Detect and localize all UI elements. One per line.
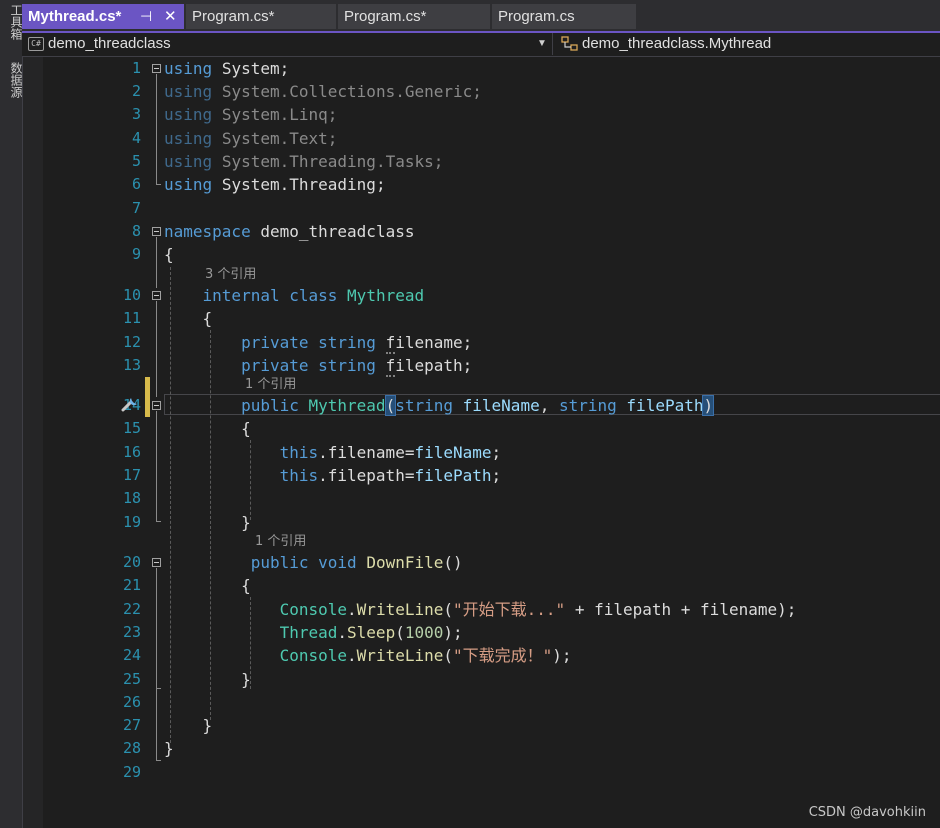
collapse-icon[interactable] (152, 401, 161, 410)
outline-line (156, 521, 161, 522)
line-number: 23 (122, 623, 141, 641)
csharp-project-icon: C# (28, 37, 44, 51)
code-line-12: private string filename; (241, 333, 473, 354)
outline-line (156, 760, 161, 761)
chevron-down-icon: ▼ (537, 38, 547, 49)
pin-icon[interactable]: ⊣ (140, 4, 152, 29)
line-number: 8 (131, 222, 141, 240)
outline-line (156, 184, 161, 185)
outline-line (156, 74, 157, 184)
line-number: 9 (131, 245, 141, 263)
line-number: 26 (122, 693, 141, 711)
line-number: 22 (122, 600, 141, 618)
class-icon (561, 36, 578, 51)
outline-line (156, 568, 157, 688)
project-dropdown[interactable]: C# demo_threadclass ▼ (22, 33, 553, 55)
code-line-2: using System.Collections.Generic; (164, 82, 482, 101)
code-line-15: { (241, 419, 251, 438)
codelens-references[interactable]: 1 个引用 (255, 533, 306, 551)
code-line-24: Console.WriteLine("下载完成！"); (279, 646, 572, 665)
collapse-icon[interactable] (152, 64, 161, 73)
codelens-references[interactable]: 3 个引用 (205, 266, 256, 284)
member-name: demo_threadclass.Mythread (582, 35, 772, 52)
code-line-6: using System.Threading; (164, 175, 386, 194)
line-number: 28 (122, 739, 141, 757)
outline-line (156, 237, 157, 288)
code-line-3: using System.Linq; (164, 105, 338, 124)
line-number: 13 (122, 356, 141, 374)
line-number: 25 (122, 670, 141, 688)
code-line-25: } (241, 670, 251, 689)
code-line-10: internal class Mythread (202, 286, 425, 305)
tab-program-cs-1[interactable]: Program.cs* (186, 4, 336, 29)
line-number: 16 (122, 443, 141, 461)
code-line-19: } (241, 513, 251, 532)
code-line-11: { (202, 309, 213, 328)
outline-line (156, 301, 157, 397)
line-number: 11 (122, 309, 141, 327)
code-editor[interactable]: 1 2 3 4 5 6 7 8 9 10 11 12 13 14 15 16 1… (22, 57, 940, 828)
collapse-icon[interactable] (152, 291, 161, 300)
line-number: 5 (131, 152, 141, 170)
tab-label: Mythread.cs* (28, 8, 122, 25)
code-line-21: { (241, 576, 251, 595)
line-number: 20 (122, 553, 141, 571)
line-number: 29 (122, 763, 141, 781)
tab-program-cs-2[interactable]: Program.cs* (338, 4, 490, 29)
line-number: 17 (122, 466, 141, 484)
code-line-4: using System.Text; (164, 129, 338, 148)
collapse-icon[interactable] (152, 558, 161, 567)
datasource-tab[interactable]: 数据源 (0, 62, 23, 98)
unsaved-change-marker (145, 377, 150, 417)
indicator-margin (23, 57, 43, 828)
toolbox-tab[interactable]: 工具箱 (0, 4, 23, 40)
line-number: 7 (131, 199, 141, 217)
line-number: 24 (122, 646, 141, 664)
watermark: CSDN @davohkiin (808, 805, 926, 820)
line-number: 12 (122, 333, 141, 351)
line-number: 19 (122, 513, 141, 531)
code-line-14: public Mythread(string fileName, string … (241, 395, 715, 416)
tab-label: Program.cs (498, 8, 575, 25)
tab-label: Program.cs* (344, 8, 427, 25)
tab-program-cs-3[interactable]: Program.cs (492, 4, 636, 29)
tab-label: Program.cs* (192, 8, 275, 25)
line-number: 4 (131, 129, 141, 147)
code-line-20: public void DownFile() (250, 553, 463, 572)
line-number: 10 (122, 286, 141, 304)
line-number: 3 (131, 105, 141, 123)
close-icon[interactable]: ✕ (164, 4, 177, 29)
quick-actions-wrench-icon[interactable] (120, 394, 140, 414)
code-line-5: using System.Threading.Tasks; (164, 152, 444, 171)
line-number: 15 (122, 419, 141, 437)
line-number: 27 (122, 716, 141, 734)
code-line-13: private string filepath; (241, 356, 473, 377)
code-line-22: Console.WriteLine("开始下载..." + filepath +… (279, 600, 797, 619)
code-line-9: { (164, 245, 174, 264)
code-line-28: } (164, 739, 174, 758)
navigation-bar: C# demo_threadclass ▼ demo_threadclass.M… (22, 33, 940, 57)
code-line-17: this.filepath=filePath; (279, 466, 502, 485)
code-line-1: using System; (164, 59, 290, 78)
line-number: 2 (131, 82, 141, 100)
codelens-references[interactable]: 1 个引用 (245, 376, 296, 394)
line-number: 1 (131, 59, 141, 77)
line-number: 18 (122, 489, 141, 507)
code-line-23: Thread.Sleep(1000); (279, 623, 463, 642)
side-tool-strip: 工具箱 数据源 (0, 0, 23, 828)
outline-line (156, 411, 157, 521)
member-dropdown[interactable]: demo_threadclass.Mythread (555, 33, 940, 55)
collapse-icon[interactable] (152, 227, 161, 236)
code-line-16: this.filename=fileName; (279, 443, 502, 462)
outline-line (156, 688, 157, 760)
line-number: 21 (122, 576, 141, 594)
line-number: 6 (131, 175, 141, 193)
tab-mythread-cs[interactable]: Mythread.cs* ⊣ ✕ (22, 4, 184, 29)
code-line-8: namespace demo_threadclass (164, 222, 415, 241)
document-tab-strip: Mythread.cs* ⊣ ✕ Program.cs* Program.cs*… (22, 0, 940, 33)
project-name: demo_threadclass (48, 35, 171, 52)
code-line-27: } (202, 716, 213, 735)
